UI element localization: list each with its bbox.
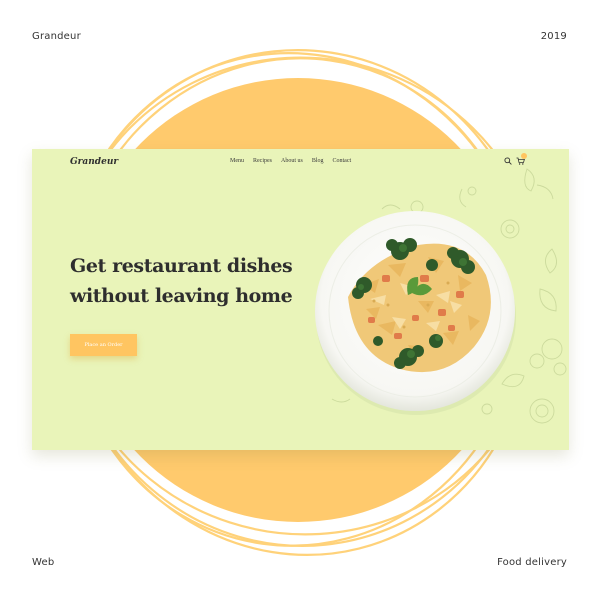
nav-link-blog[interactable]: Blog <box>312 158 324 164</box>
nav-link-about-us[interactable]: About us <box>281 158 303 164</box>
corner-label-project: Grandeur <box>32 31 81 42</box>
place-order-button[interactable]: Place an Order <box>70 334 137 356</box>
nav-link-menu[interactable]: Menu <box>230 158 244 164</box>
corner-label-year: 2019 <box>540 31 567 42</box>
search-icon[interactable] <box>504 157 512 165</box>
brand-logo[interactable]: Grandeur <box>70 157 118 167</box>
corner-label-platform: Web <box>32 557 55 568</box>
hero-headline-line-1: Get restaurant dishes <box>70 255 293 277</box>
main-menu: Menu Recipes About us Blog Contact <box>230 158 351 164</box>
corner-label-category: Food delivery <box>497 557 567 568</box>
website-mockup: Grandeur Menu Recipes About us Blog Cont… <box>32 149 569 450</box>
nav-link-recipes[interactable]: Recipes <box>253 158 272 164</box>
pasta-plate-image <box>315 211 516 415</box>
cart-badge <box>521 153 527 159</box>
nav-actions <box>502 153 532 169</box>
presentation-canvas: Grandeur 2019 Web Food delivery Grandeur… <box>0 0 600 600</box>
nav-link-contact[interactable]: Contact <box>333 158 352 164</box>
top-navigation: Grandeur Menu Recipes About us Blog Cont… <box>32 149 569 175</box>
hero-headline-line-2: without leaving home <box>70 285 293 307</box>
hero-headline: Get restaurant dishes without leaving ho… <box>70 251 300 311</box>
